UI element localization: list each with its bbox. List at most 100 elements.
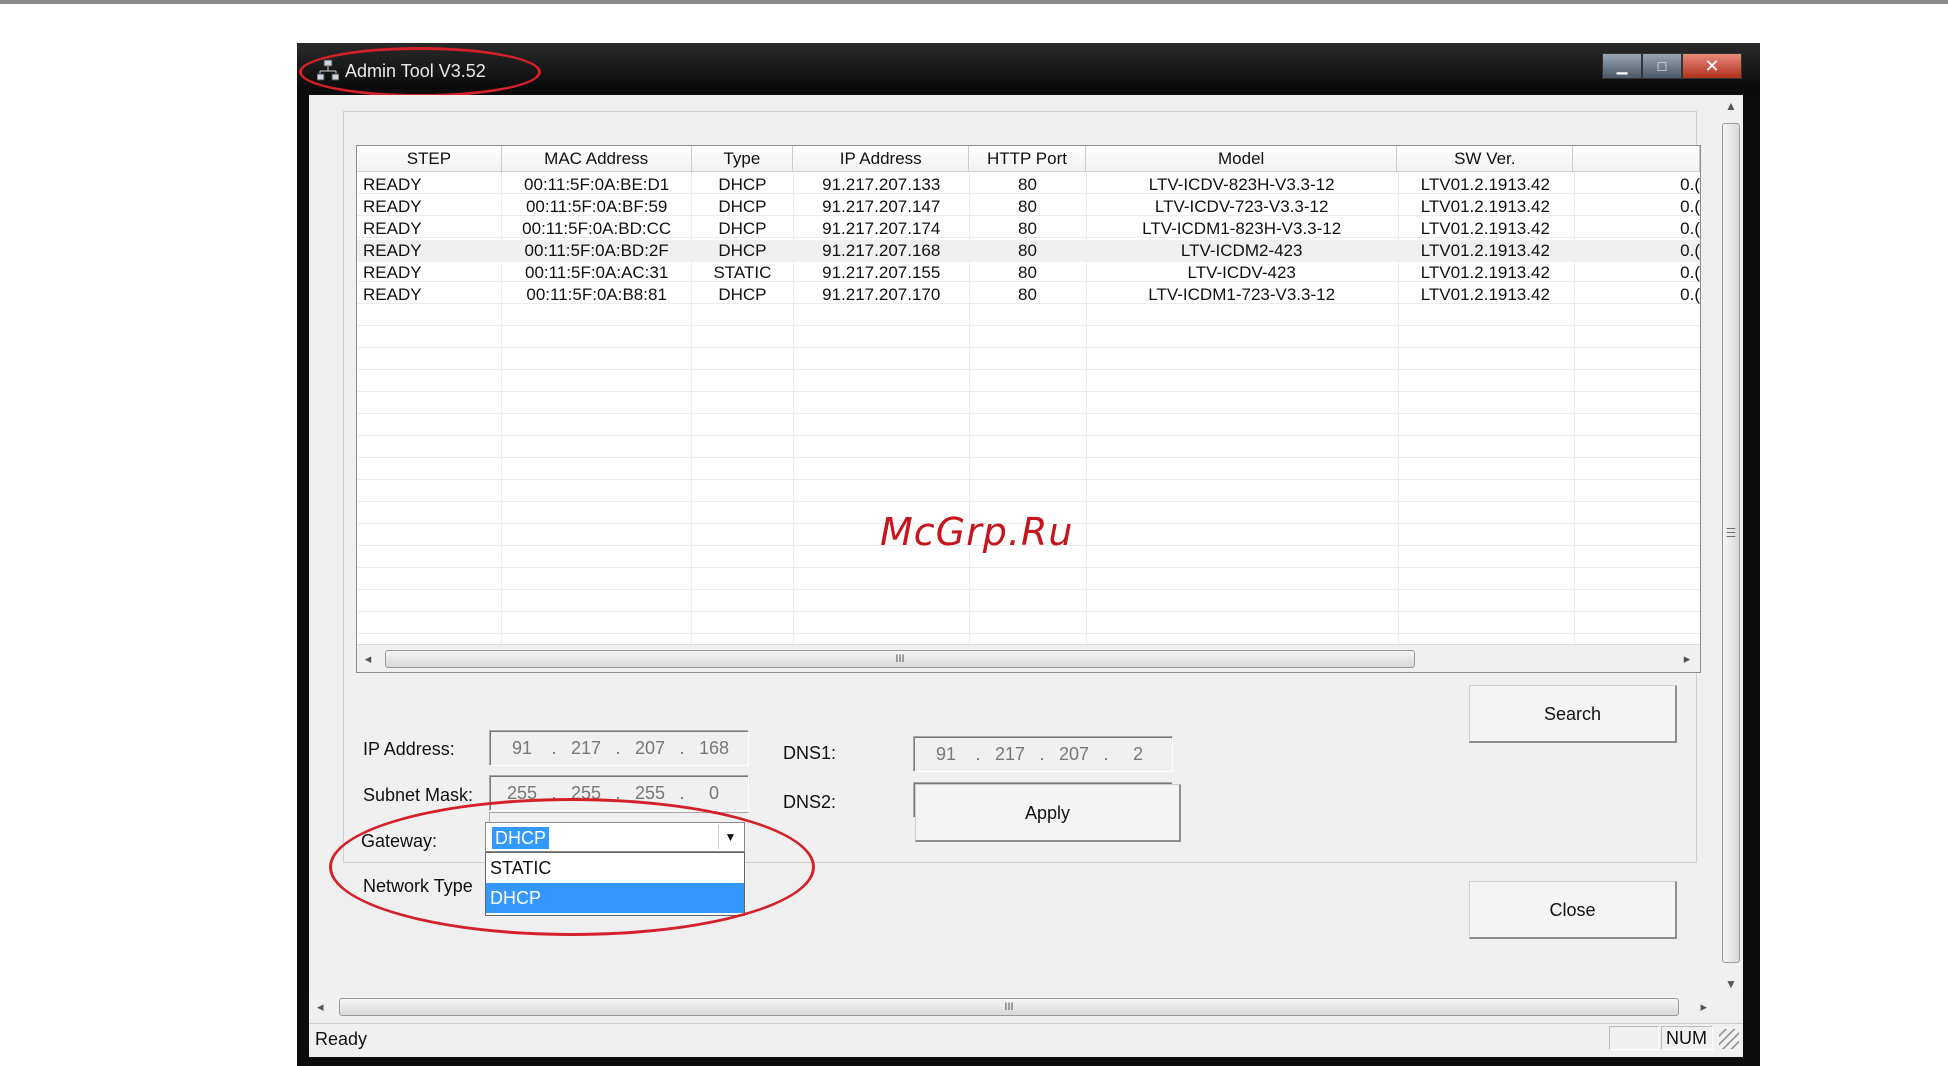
table-cell: DHCP [718, 219, 767, 238]
table-cell: 00:11:5F:0A:B8:81 [526, 285, 667, 304]
table-cell: 00:11:5F:0A:AC:31 [524, 263, 669, 282]
table-cell: READY [363, 175, 422, 194]
title-bar[interactable]: Admin Tool V3.52 ▁ □ ✕ [297, 43, 1760, 97]
table-cell: 0.( [1680, 241, 1700, 260]
column-header[interactable]: SW Ver. [1397, 146, 1574, 172]
table-cell: LTV01.2.1913.42 [1420, 241, 1550, 260]
table-cell: 00:11:5F:0A:BD:2F [524, 241, 669, 260]
column-header[interactable]: STEP [357, 146, 502, 172]
scroll-down-icon[interactable]: ▼ [1719, 977, 1743, 991]
window-scroll-left-icon[interactable]: ◂ [317, 999, 324, 1015]
table-cell: LTV-ICDM2-423 [1180, 241, 1303, 260]
mask-octet-4: 0 [708, 782, 719, 803]
ip-address-field[interactable]: 91. 217. 207. 168 [489, 730, 749, 766]
list-rows: READY 00:11:5F:0A:BE:D1 DHCP 91.217.207.133… [357, 174, 1700, 306]
ip-octet-2: 217 [570, 737, 602, 758]
ip-address-label: IP Address: [363, 739, 455, 759]
maximize-button[interactable]: □ [1642, 53, 1682, 79]
resize-grip-icon[interactable] [1719, 1029, 1739, 1049]
top-rule [0, 0, 1948, 4]
table-row[interactable]: READY 00:11:5F:0A:B8:81 DHCP 91.217.207.170… [357, 284, 1700, 306]
table-cell: 0.( [1680, 219, 1700, 238]
table-cell: READY [363, 197, 422, 216]
client-area: STEP MAC Address Type IP Address HTTP Port Mo… [309, 95, 1743, 1057]
table-cell: DHCP [718, 285, 767, 304]
table-cell: DHCP [718, 197, 767, 216]
table-cell: LTV01.2.1913.42 [1420, 197, 1550, 216]
close-window-button[interactable]: ✕ [1682, 53, 1742, 79]
table-cell: 00:11:5F:0A:BF:59 [525, 197, 668, 216]
table-cell: LTV-ICDV-723-V3.3-12 [1154, 197, 1329, 216]
table-cell: 91.217.207.170 [822, 285, 941, 304]
table-cell: 80 [1018, 219, 1037, 238]
list-scroll-thumb[interactable]: III [385, 650, 1415, 668]
table-cell: 91.217.207.174 [822, 219, 941, 238]
vertical-scroll-thumb[interactable]: ─ ─ ─ [1722, 123, 1740, 963]
table-row[interactable]: READY 00:11:5F:0A:BF:59 DHCP 91.217.207.147… [357, 196, 1700, 218]
table-cell: 80 [1018, 197, 1037, 216]
table-cell: 00:11:5F:0A:BD:CC [522, 219, 672, 238]
device-list[interactable]: STEP MAC Address Type IP Address HTTP Port Mo… [356, 145, 1701, 673]
list-header: STEP MAC Address Type IP Address HTTP Port Mo… [357, 146, 1700, 172]
dns1-octet-4: 2 [1132, 743, 1143, 764]
column-header[interactable] [1573, 146, 1700, 172]
dns1-octet-3: 207 [1058, 743, 1090, 764]
table-cell: LTV-ICDV-423 [1187, 263, 1296, 282]
grip-icon: ─ ─ ─ [1726, 521, 1736, 543]
ip-octet-3: 207 [634, 737, 666, 758]
dns1-octet-1: 91 [935, 743, 957, 764]
table-cell: READY [363, 241, 422, 260]
column-header[interactable]: Model [1086, 146, 1398, 172]
scroll-up-icon[interactable]: ▲ [1719, 99, 1743, 113]
scroll-right-icon[interactable]: ▸ [1680, 651, 1694, 666]
vertical-scrollbar[interactable]: ▲ ─ ─ ─ ▼ [1719, 95, 1743, 995]
status-text: Ready [315, 1029, 368, 1049]
table-row[interactable]: READY 00:11:5F:0A:BD:2F DHCP 91.217.207.168… [357, 240, 1700, 262]
table-cell: 0.( [1680, 285, 1700, 304]
dns1-field[interactable]: 91. 217. 207. 2 [913, 736, 1173, 772]
window-horizontal-scrollbar[interactable]: ◂ III ▸ [309, 993, 1719, 1019]
admin-tool-window: Admin Tool V3.52 ▁ □ ✕ STEP MAC Address Ty… [297, 43, 1760, 1066]
apply-button[interactable]: Apply [915, 784, 1181, 842]
table-cell: 00:11:5F:0A:BE:D1 [524, 175, 670, 194]
table-cell: LTV01.2.1913.42 [1420, 263, 1550, 282]
table-cell: 91.217.207.147 [822, 197, 941, 216]
window-scroll-thumb[interactable]: III [339, 998, 1679, 1016]
title-highlight-ellipse [299, 47, 541, 97]
dns2-label: DNS2: [783, 792, 837, 812]
table-cell: LTV01.2.1913.42 [1420, 175, 1550, 194]
ip-octet-1: 91 [511, 737, 533, 758]
column-header[interactable]: IP Address [793, 146, 970, 172]
table-row[interactable]: READY 00:11:5F:0A:AC:31 STATIC 91.217.207.1… [357, 262, 1700, 284]
table-cell: STATIC [713, 263, 772, 282]
column-header[interactable]: HTTP Port [969, 146, 1086, 172]
table-cell: 80 [1018, 285, 1037, 304]
subnet-mask-label: Subnet Mask: [363, 785, 474, 805]
table-cell: 91.217.207.155 [822, 263, 941, 282]
column-header[interactable]: MAC Address [502, 146, 692, 172]
ip-octet-4: 168 [698, 737, 730, 758]
scroll-left-icon[interactable]: ◂ [361, 651, 375, 666]
table-row[interactable]: READY 00:11:5F:0A:BD:CC DHCP 91.217.207.174… [357, 218, 1700, 240]
minimize-button[interactable]: ▁ [1602, 53, 1642, 79]
table-cell: LTV01.2.1913.42 [1420, 219, 1550, 238]
window-scroll-right-icon[interactable]: ▸ [1700, 999, 1707, 1015]
num-lock-indicator: NUM [1661, 1026, 1713, 1050]
column-header[interactable]: Type [692, 146, 794, 172]
search-button[interactable]: Search [1469, 685, 1677, 743]
network-type-highlight-ellipse [329, 798, 815, 936]
status-bar: Ready NUM [309, 1023, 1743, 1053]
table-cell: READY [363, 285, 422, 304]
table-cell: READY [363, 263, 422, 282]
table-cell: 91.217.207.133 [822, 175, 941, 194]
table-cell: 0.( [1680, 197, 1700, 216]
table-cell: 0.( [1680, 175, 1700, 194]
table-cell: LTV-ICDV-823H-V3.3-12 [1148, 175, 1335, 194]
list-horizontal-scrollbar[interactable]: ◂ III ▸ [357, 644, 1700, 672]
table-row[interactable]: READY 00:11:5F:0A:BE:D1 DHCP 91.217.207.133… [357, 174, 1700, 196]
table-cell: 0.( [1680, 263, 1700, 282]
table-cell: LTV01.2.1913.42 [1420, 285, 1550, 304]
close-button[interactable]: Close [1469, 881, 1677, 939]
table-cell: LTV-ICDM1-723-V3.3-12 [1148, 285, 1336, 304]
dns1-label: DNS1: [783, 743, 837, 763]
